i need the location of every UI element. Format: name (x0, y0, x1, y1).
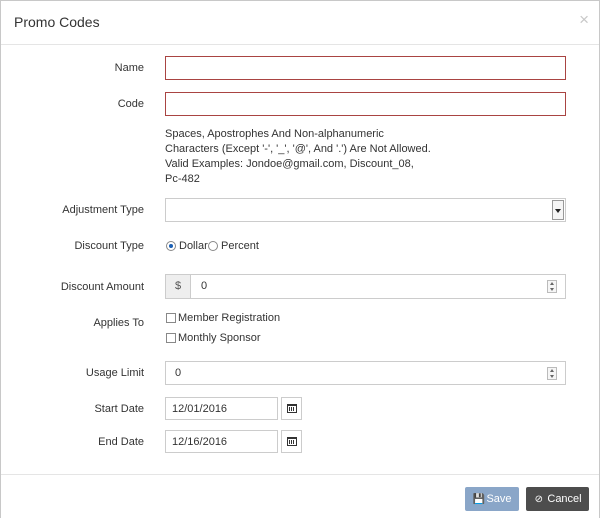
start-date-calendar-button[interactable] (281, 397, 302, 420)
discount-type-label: Discount Type (74, 240, 144, 252)
modal-title: Promo Codes (14, 14, 100, 30)
end-date-label: End Date (98, 436, 144, 448)
chevron-down-icon[interactable] (552, 200, 564, 220)
modal-footer: 💾 Save ⊘ Cancel (1, 474, 599, 518)
dollar-sign-addon: $ (166, 275, 191, 298)
discount-amount-label: Discount Amount (60, 281, 144, 293)
code-help-line: Spaces, Apostrophes And Non-alphanumeric (165, 128, 384, 140)
member-registration-label: Member Registration (178, 312, 281, 324)
calendar-icon (287, 437, 297, 446)
cancel-button-label: Cancel (547, 493, 582, 505)
member-registration-checkbox[interactable] (166, 313, 176, 323)
code-help-text: Spaces, Apostrophes And Non-alphanumeric… (165, 127, 465, 187)
code-help-line: Pc-482 (165, 173, 200, 185)
modal-header: Promo Codes × (1, 1, 599, 45)
floppy-disk-icon: 💾 (472, 494, 485, 505)
dollar-radio[interactable] (166, 241, 176, 251)
percent-radio[interactable] (208, 241, 218, 251)
promo-codes-modal: Promo Codes × Name Code Spaces, Apostrop… (0, 0, 600, 518)
code-input[interactable] (165, 92, 566, 116)
applies-to-label: Applies To (93, 317, 144, 329)
name-input[interactable] (165, 56, 566, 80)
code-help-line: Valid Examples: Jondoe@gmail.com, Discou… (165, 158, 414, 170)
monthly-sponsor-checkbox[interactable] (166, 333, 176, 343)
end-date-input[interactable]: 12/16/2016 (165, 430, 278, 453)
ban-icon: ⊘ (534, 494, 544, 505)
usage-limit-label: Usage Limit (85, 367, 144, 379)
end-date-calendar-button[interactable] (281, 430, 302, 453)
start-date-label: Start Date (94, 403, 144, 415)
spinner-arrows-icon[interactable] (547, 280, 557, 293)
start-date-input[interactable]: 12/01/2016 (165, 397, 278, 420)
discount-amount-input[interactable]: $ 0 (165, 274, 566, 299)
dollar-radio-label: Dollar (179, 240, 208, 252)
code-label: Code (117, 98, 144, 110)
usage-limit-value: 0 (175, 367, 182, 379)
close-button[interactable]: × (579, 11, 589, 28)
spinner-arrows-icon[interactable] (547, 367, 557, 380)
code-help-line: Characters (Except '-', '_', '@', And '.… (165, 143, 431, 155)
name-label: Name (114, 62, 144, 74)
usage-limit-input[interactable]: 0 (165, 361, 566, 385)
save-button-label: Save (486, 493, 512, 505)
calendar-icon (287, 404, 297, 413)
adjustment-type-label: Adjustment Type (62, 204, 144, 216)
adjustment-type-select[interactable] (165, 198, 566, 222)
cancel-button[interactable]: ⊘ Cancel (526, 487, 589, 511)
percent-radio-label: Percent (221, 240, 259, 252)
discount-amount-value: 0 (201, 280, 208, 292)
save-button[interactable]: 💾 Save (465, 487, 519, 511)
monthly-sponsor-label: Monthly Sponsor (178, 332, 261, 344)
